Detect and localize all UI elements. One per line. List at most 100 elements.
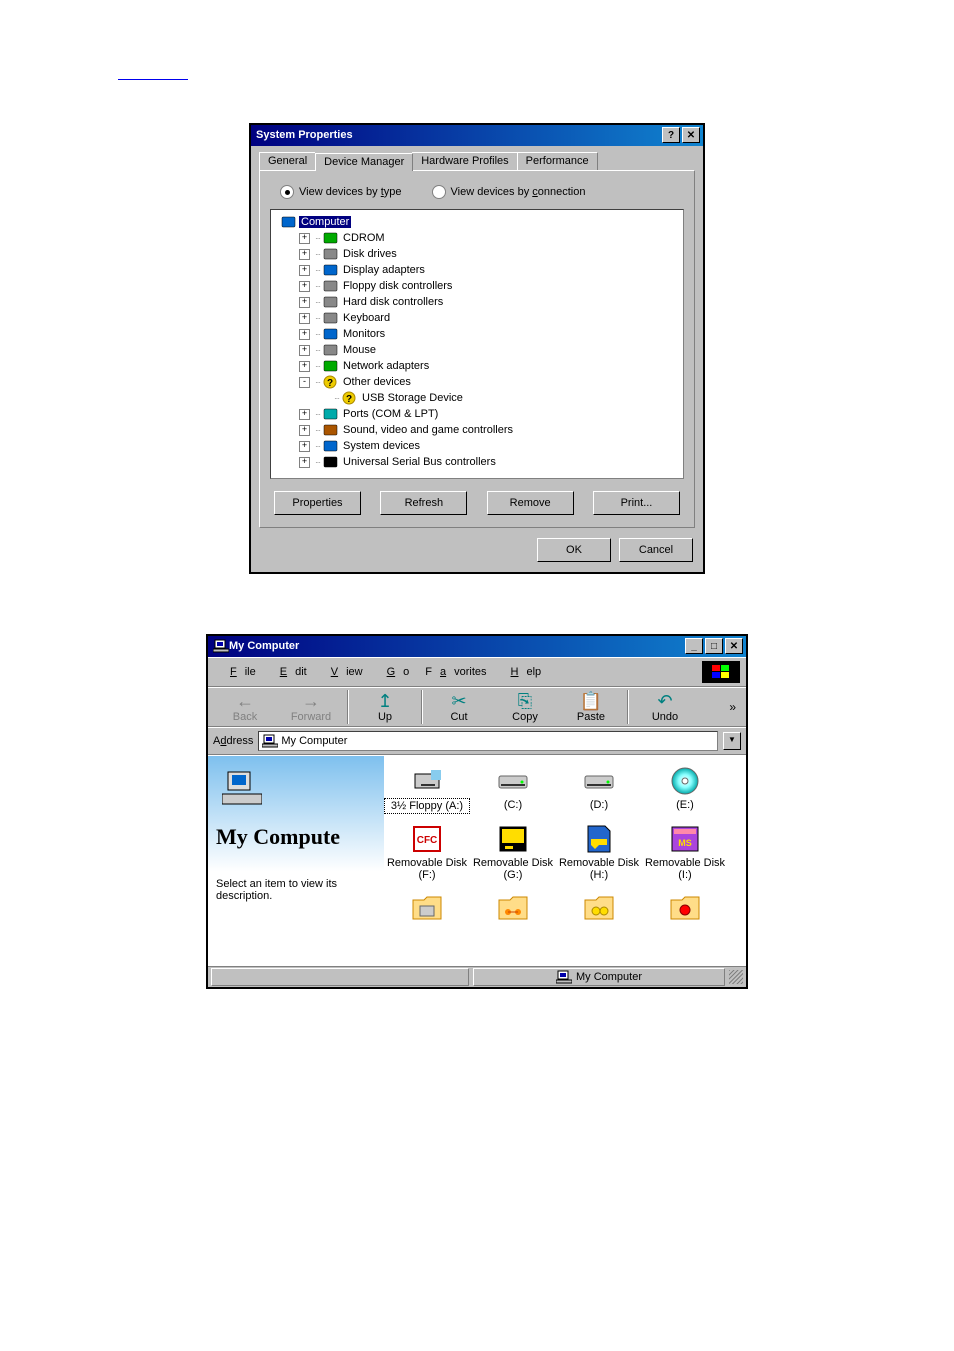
icon-label [556, 924, 642, 926]
menu-file[interactable]: File [214, 664, 264, 680]
tree-node[interactable]: +···Sound, video and game controllers [273, 422, 681, 438]
tool-label: Copy [492, 711, 558, 723]
address-value: My Computer [281, 735, 347, 747]
drive-icon[interactable]: (C:) [470, 764, 556, 814]
info-pane: My Compute Select an item to view its de… [208, 756, 384, 966]
drive-icon[interactable]: Removable Disk (H:) [556, 822, 642, 882]
window-title: System Properties [256, 129, 660, 141]
remove-button[interactable]: Remove [487, 491, 574, 515]
expand-icon[interactable]: + [299, 409, 310, 420]
tool-cut[interactable]: ✂Cut [426, 691, 492, 723]
expand-icon[interactable]: + [299, 249, 310, 260]
tree-node[interactable]: +···Keyboard [273, 310, 681, 326]
expand-icon[interactable]: + [299, 233, 310, 244]
refresh-button[interactable]: Refresh [380, 491, 467, 515]
tool-undo[interactable]: ↶Undo [632, 691, 698, 723]
address-label: Address [213, 735, 253, 747]
minimize-button[interactable]: _ [685, 638, 703, 654]
expand-icon[interactable]: - [299, 377, 310, 388]
icon-label: Removable Disk (F:) [384, 856, 470, 882]
expand-icon[interactable]: + [299, 329, 310, 340]
toolbar-overflow[interactable]: » [723, 700, 742, 714]
tool-label: Up [352, 711, 418, 723]
expand-icon[interactable]: + [299, 425, 310, 436]
tool-up[interactable]: ↥Up [352, 691, 418, 723]
drive-icon[interactable]: (E:) [642, 764, 728, 814]
tree-label: Computer [299, 216, 351, 228]
maximize-button[interactable]: □ [705, 638, 723, 654]
expand-icon[interactable]: + [299, 297, 310, 308]
tree-node[interactable]: +···Ports (COM & LPT) [273, 406, 681, 422]
drive-icon[interactable] [470, 890, 556, 926]
menu-go[interactable]: Go [371, 664, 418, 680]
radio-view-by-connection[interactable]: View devices by connection [432, 185, 586, 199]
drive-icon[interactable]: CFCRemovable Disk (F:) [384, 822, 470, 882]
tool-copy[interactable]: ⎘Copy [492, 691, 558, 723]
menu-bar: File Edit View Go Favorites Help [208, 657, 746, 687]
cancel-button[interactable]: Cancel [619, 538, 693, 562]
drive-icon[interactable] [556, 890, 642, 926]
resize-grip-icon[interactable] [729, 970, 743, 984]
menu-help[interactable]: Help [495, 664, 550, 680]
tree-label: Hard disk controllers [341, 296, 445, 308]
tree-node[interactable]: +···Disk drives [273, 246, 681, 262]
tree-node[interactable]: +···CDROM [273, 230, 681, 246]
icon-label: Removable Disk (H:) [556, 856, 642, 882]
svg-text:MS: MS [678, 838, 692, 848]
tree-node[interactable]: Computer [273, 214, 681, 230]
tree-node[interactable]: +···Network adapters [273, 358, 681, 374]
drive-icon[interactable]: MSRemovable Disk (I:) [642, 822, 728, 882]
expand-icon[interactable]: + [299, 313, 310, 324]
tab-performance[interactable]: Performance [517, 152, 598, 170]
tool-label: Back [212, 711, 278, 723]
tree-node[interactable]: +···Hard disk controllers [273, 294, 681, 310]
tab-general[interactable]: General [259, 152, 316, 170]
forward-icon: → [278, 691, 344, 711]
expand-icon[interactable]: + [299, 281, 310, 292]
menu-view[interactable]: View [315, 664, 371, 680]
radio-view-by-type[interactable]: View devices by type [280, 185, 402, 199]
help-button[interactable]: ? [662, 127, 680, 143]
expand-icon[interactable]: + [299, 265, 310, 276]
menu-favorites[interactable]: Favorites [417, 664, 494, 680]
tree-node[interactable]: +···Universal Serial Bus controllers [273, 454, 681, 470]
hdd-icon [556, 764, 642, 798]
print-button[interactable]: Print... [593, 491, 680, 515]
expand-icon[interactable]: + [299, 361, 310, 372]
icon-pane[interactable]: 3½ Floppy (A:)(C:)(D:)(E:) CFCRemovable D… [384, 756, 746, 966]
tab-device-manager[interactable]: Device Manager [315, 153, 413, 171]
properties-button[interactable]: Properties [274, 491, 361, 515]
tree-node[interactable]: +···Floppy disk controllers [273, 278, 681, 294]
tab-hardware-profiles[interactable]: Hardware Profiles [412, 152, 517, 170]
tree-node[interactable]: ···?USB Storage Device [273, 390, 681, 406]
tree-node[interactable]: +···Display adapters [273, 262, 681, 278]
drive-icon[interactable]: Removable Disk (G:) [470, 822, 556, 882]
expand-icon[interactable]: + [299, 441, 310, 452]
tool-paste[interactable]: 📋Paste [558, 691, 624, 723]
tree-label: CDROM [341, 232, 387, 244]
tree-label: Display adapters [341, 264, 427, 276]
close-button[interactable]: ✕ [682, 127, 700, 143]
tree-node[interactable]: +···Mouse [273, 342, 681, 358]
drive-icon[interactable] [384, 890, 470, 926]
device-tree[interactable]: Computer +···CDROM+···Disk drives+···Disp… [270, 209, 684, 479]
ports-icon [323, 407, 339, 421]
tab-content: View devices by type View devices by con… [259, 170, 695, 528]
drive-icon[interactable] [642, 890, 728, 926]
tree-node[interactable]: -···?Other devices [273, 374, 681, 390]
drive-icon[interactable]: (D:) [556, 764, 642, 814]
expand-icon[interactable]: + [299, 457, 310, 468]
menu-edit[interactable]: Edit [264, 664, 315, 680]
undo-icon: ↶ [632, 691, 698, 711]
pane-description: Select an item to view its description. [216, 878, 376, 902]
close-button[interactable]: ✕ [725, 638, 743, 654]
address-dropdown-button[interactable]: ▼ [723, 732, 741, 750]
drive-icon[interactable]: 3½ Floppy (A:) [384, 764, 470, 814]
tree-node[interactable]: +···Monitors [273, 326, 681, 342]
status-cell [211, 968, 469, 986]
expand-icon[interactable]: + [299, 345, 310, 356]
ok-button[interactable]: OK [537, 538, 611, 562]
address-input[interactable]: My Computer [258, 731, 718, 751]
tree-node[interactable]: +···System devices [273, 438, 681, 454]
tree-label: Network adapters [341, 360, 431, 372]
